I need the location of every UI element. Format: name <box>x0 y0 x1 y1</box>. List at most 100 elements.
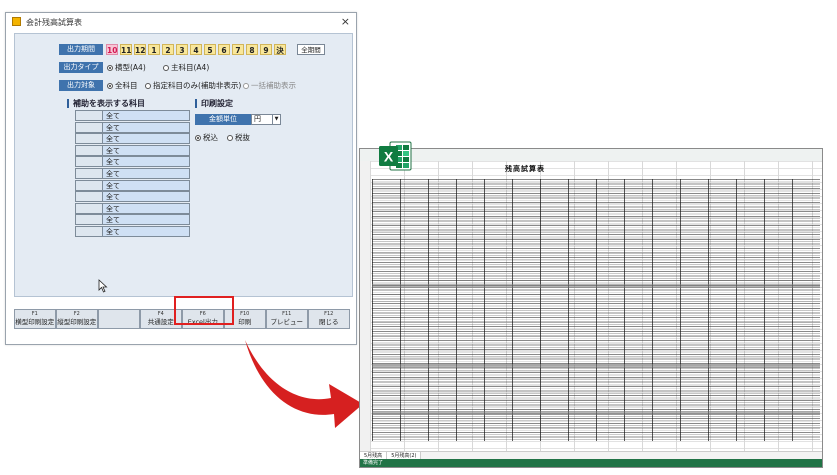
output-target-label: 出力対象 <box>59 80 103 91</box>
radio-label: 税込 <box>203 133 218 142</box>
excel-icon: X <box>379 141 412 171</box>
radio-main-account[interactable]: 主科目(A4) <box>163 62 209 73</box>
subaccount-value[interactable]: 全て <box>103 214 190 226</box>
subaccount-row: 全て <box>75 144 190 156</box>
subaccount-value[interactable]: 全て <box>103 226 190 237</box>
subaccount-row: 全て <box>75 226 190 237</box>
radio-label: 一括補助表示 <box>251 81 296 90</box>
excel-button-highlight <box>174 296 234 325</box>
month-button[interactable]: 12 <box>134 44 146 55</box>
subaccount-code[interactable] <box>75 156 103 168</box>
output-period-label: 出力期間 <box>59 44 103 55</box>
subaccount-value[interactable]: 全て <box>103 202 190 214</box>
subaccount-row: 全て <box>75 168 190 179</box>
fkey-number: F1 <box>31 311 38 317</box>
subaccount-value[interactable]: 全て <box>103 110 190 121</box>
arrow-icon <box>245 340 363 428</box>
subaccount-value[interactable]: 全て <box>103 168 190 179</box>
subaccount-value[interactable]: 全て <box>103 133 190 145</box>
subaccount-row: 全て <box>75 179 190 191</box>
radio-dot <box>163 65 169 71</box>
radio-dot <box>195 135 201 141</box>
subaccount-row: 全て <box>75 133 190 145</box>
shaded-row <box>372 364 820 368</box>
radio-specified-only[interactable]: 指定科目のみ(補助非表示) <box>145 80 241 91</box>
radio-label: 主科目(A4) <box>171 63 210 72</box>
chevron-down-icon: ▼ <box>272 115 280 124</box>
month-button[interactable]: 4 <box>190 44 202 55</box>
subaccount-value[interactable]: 全て <box>103 156 190 168</box>
radio-dot <box>227 135 233 141</box>
subaccount-value[interactable]: 全て <box>103 121 190 133</box>
subaccount-code[interactable] <box>75 144 103 156</box>
subaccounts-heading: 補助を表示する科目 <box>67 99 145 108</box>
close-icon[interactable]: × <box>341 15 350 28</box>
window-title: 会計残高試算表 <box>26 18 82 27</box>
excel-icon-letter: X <box>384 149 394 165</box>
month-button[interactable]: 11 <box>120 44 132 55</box>
subaccount-row: 全て <box>75 191 190 203</box>
fkey-f1-button[interactable]: F1 横型印刷設定 <box>14 309 56 329</box>
month-button[interactable]: 1 <box>148 44 160 55</box>
radio-label: 全科目 <box>115 81 138 90</box>
radio-label: 指定科目のみ(補助非表示) <box>153 81 242 90</box>
excel-preview: 残高試算表 5月残高 5月残高(2) 準備完了 <box>359 148 823 468</box>
fkey-label: 縦型印刷設定 <box>57 318 97 326</box>
fkey-label: 横型印刷設定 <box>15 318 55 326</box>
all-period-button[interactable]: 全期間 <box>297 44 325 55</box>
month-button[interactable]: 8 <box>246 44 258 55</box>
radio-dot <box>107 83 113 89</box>
settings-panel: 出力期間 10 11 12 1 2 3 4 5 6 7 8 9 決 全期間 出力タイプ 横型(A4) 主… <box>14 33 353 297</box>
subaccount-code[interactable] <box>75 110 103 121</box>
mouse-cursor-icon <box>98 279 108 293</box>
month-button[interactable]: 2 <box>162 44 174 55</box>
radio-label: 税抜 <box>235 133 250 142</box>
radio-tax-included[interactable]: 税込 <box>195 132 218 143</box>
subaccount-code[interactable] <box>75 191 103 203</box>
radio-dot <box>243 83 249 89</box>
subaccount-value[interactable]: 全て <box>103 191 190 203</box>
radio-bulk-sub[interactable]: 一括補助表示 <box>243 80 296 91</box>
title-bar: 会計残高試算表 × <box>6 13 356 31</box>
fkey-blank <box>98 309 140 329</box>
app-icon <box>12 17 21 26</box>
subaccount-row: 全て <box>75 156 190 168</box>
radio-all-accounts[interactable]: 全科目 <box>107 80 138 91</box>
month-button[interactable]: 10 <box>106 44 118 55</box>
radio-horizontal[interactable]: 横型(A4) <box>107 62 146 73</box>
unit-select[interactable]: 円 ▼ <box>251 114 281 125</box>
fkey-number: F2 <box>73 311 80 317</box>
subaccount-code[interactable] <box>75 121 103 133</box>
radio-label: 横型(A4) <box>115 63 146 72</box>
subaccount-row: 全て <box>75 202 190 214</box>
unit-value: 円 <box>254 115 261 123</box>
subaccount-row: 全て <box>75 214 190 226</box>
shaded-row <box>372 411 820 415</box>
unit-label: 金額単位 <box>195 114 251 125</box>
subaccount-code[interactable] <box>75 214 103 226</box>
print-settings-heading: 印刷設定 <box>195 99 233 108</box>
subaccount-code[interactable] <box>75 168 103 179</box>
month-button[interactable]: 決 <box>274 44 286 55</box>
radio-dot <box>145 83 151 89</box>
fkey-f2-button[interactable]: F2 縦型印刷設定 <box>56 309 98 329</box>
subaccount-code[interactable] <box>75 133 103 145</box>
month-button[interactable]: 5 <box>204 44 216 55</box>
subaccount-value[interactable]: 全て <box>103 144 190 156</box>
subaccount-value[interactable]: 全て <box>103 179 190 191</box>
month-button[interactable]: 6 <box>218 44 230 55</box>
subaccount-code[interactable] <box>75 179 103 191</box>
sheet-title: 残高試算表 <box>505 165 545 173</box>
month-button[interactable]: 7 <box>232 44 244 55</box>
radio-tax-excluded[interactable]: 税抜 <box>227 132 250 143</box>
excel-status-bar: 準備完了 <box>360 459 822 467</box>
subaccount-code[interactable] <box>75 202 103 214</box>
sheet-data-columns <box>372 179 820 441</box>
subaccount-row: 全て <box>75 110 190 121</box>
output-type-label: 出力タイプ <box>59 62 103 73</box>
subaccount-code[interactable] <box>75 226 103 237</box>
shaded-row <box>372 284 820 288</box>
month-button[interactable]: 9 <box>260 44 272 55</box>
month-button[interactable]: 3 <box>176 44 188 55</box>
radio-dot <box>107 65 113 71</box>
